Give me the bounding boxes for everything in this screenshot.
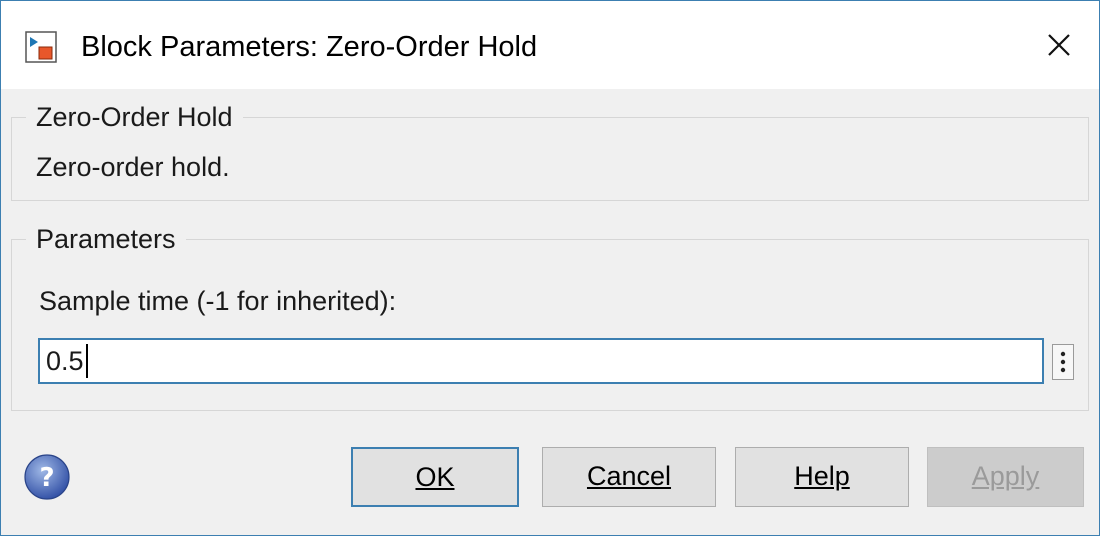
parameters-heading: Parameters — [26, 222, 186, 256]
ok-button[interactable]: OK — [351, 447, 519, 507]
question-circle-icon[interactable]: ? — [23, 453, 71, 501]
close-icon[interactable] — [1037, 23, 1081, 67]
parameters-group: Parameters Sample time (-1 for inherited… — [11, 222, 1089, 411]
description-text: Zero-order hold. — [36, 152, 230, 182]
title-bar: Block Parameters: Zero-Order Hold — [1, 1, 1099, 89]
svg-text:?: ? — [39, 463, 54, 493]
description-group: Zero-Order Hold Zero-order hold. — [11, 100, 1089, 201]
sample-time-input[interactable]: 0.5 — [38, 338, 1044, 384]
sample-time-label: Sample time (-1 for inherited): — [39, 286, 397, 316]
more-options-button[interactable] — [1052, 344, 1074, 380]
sample-time-value: 0.5 — [46, 344, 88, 378]
help-button[interactable]: Help — [735, 447, 909, 507]
block-parameters-dialog: Block Parameters: Zero-Order Hold Zero-O… — [0, 0, 1100, 536]
apply-button[interactable]: Apply — [927, 447, 1084, 507]
vertical-ellipsis-icon — [1060, 351, 1066, 373]
simulink-block-icon — [25, 31, 57, 63]
cancel-button[interactable]: Cancel — [542, 447, 716, 507]
description-heading: Zero-Order Hold — [26, 100, 243, 134]
dialog-title: Block Parameters: Zero-Order Hold — [81, 31, 538, 63]
